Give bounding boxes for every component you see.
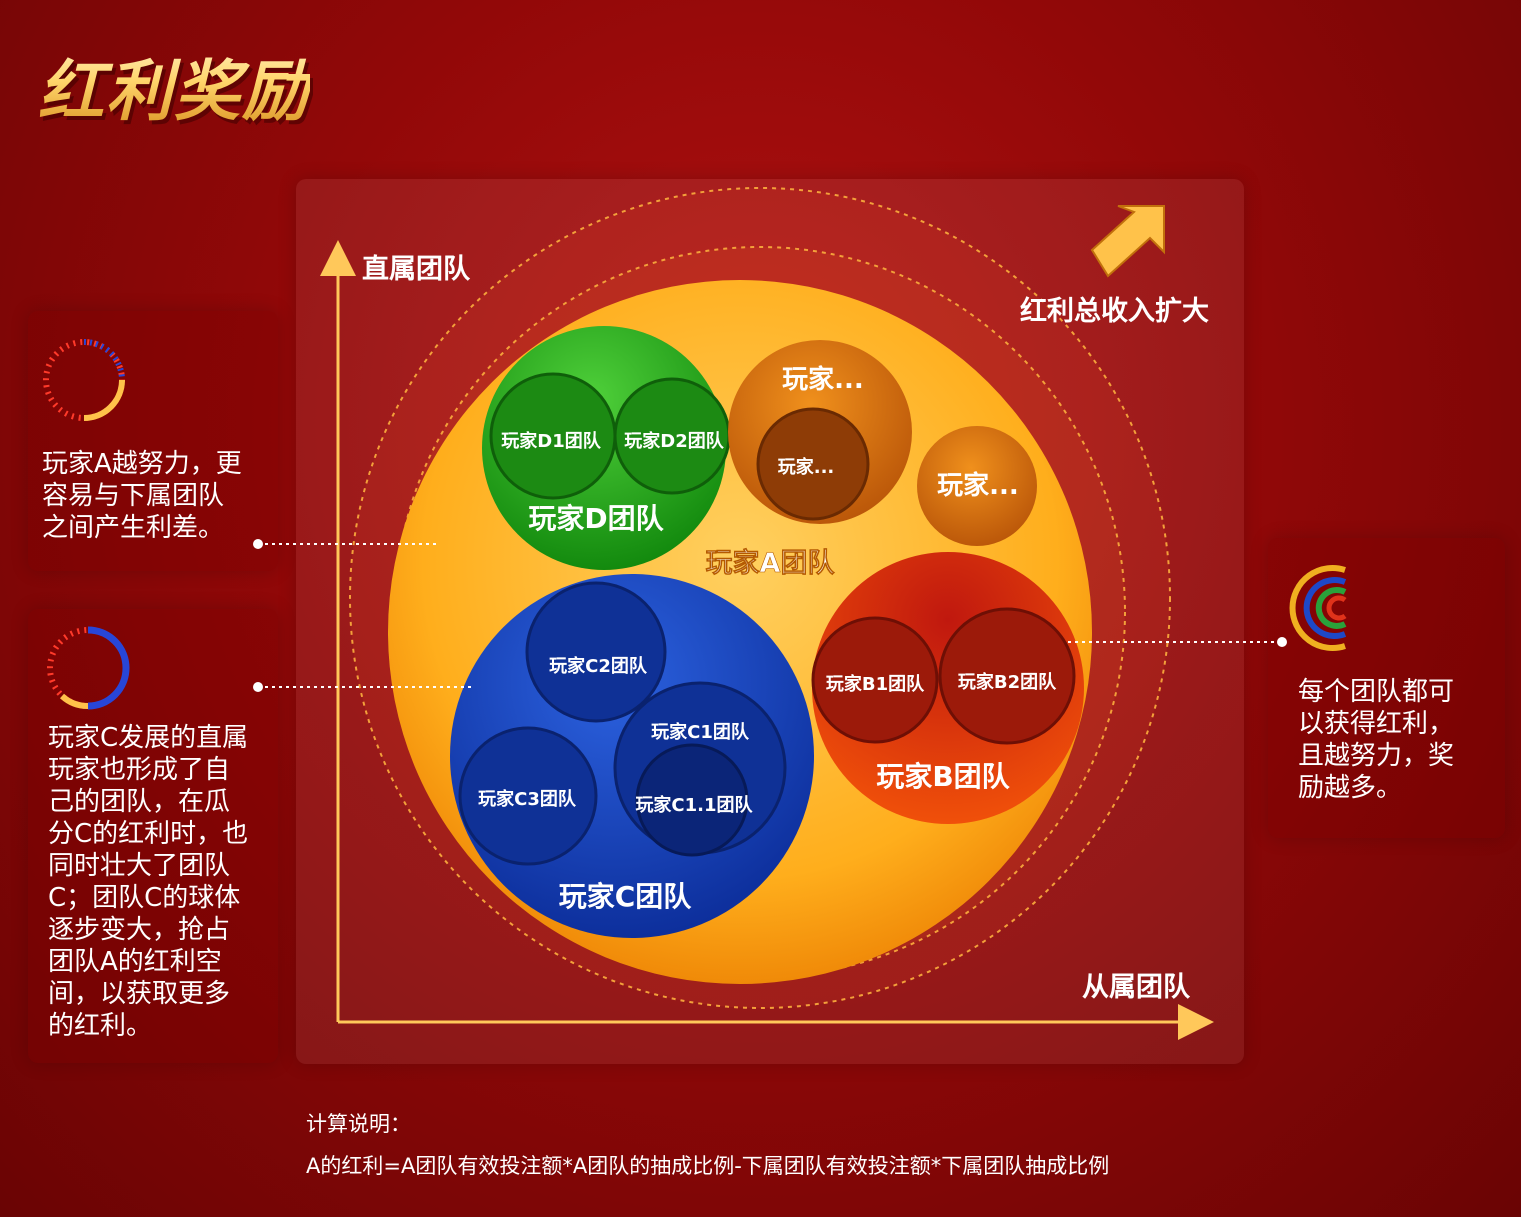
- team-c3-label: 玩家C3团队: [478, 788, 577, 810]
- connector-dot-c: [253, 682, 263, 692]
- team-b-label: 玩家B团队: [876, 760, 1010, 793]
- x-axis-label: 从属团队: [1082, 972, 1191, 1003]
- team-c1-1-label: 玩家C1.1团队: [635, 794, 753, 816]
- team-c-label: 玩家C团队: [559, 880, 693, 913]
- footer-title: 计算说明：: [306, 1112, 411, 1136]
- y-axis-label: 直属团队: [362, 254, 471, 285]
- orange-player-inner-label: 玩家...: [778, 456, 835, 478]
- growth-label: 红利总收入扩大: [1020, 295, 1209, 327]
- connector-dot-a: [253, 539, 263, 549]
- note-text-right: 每个团队都可 以获得红利， 且越努力，奖 励越多。: [1298, 677, 1455, 803]
- progress-arc-icon-a: [43, 339, 125, 421]
- team-b2-label: 玩家B2团队: [958, 671, 1057, 693]
- footer-formula: A的红利=A团队有效投注额*A团队的抽成比例-下属团队有效投注额*下属团队抽成比…: [306, 1154, 1110, 1178]
- team-b1-label: 玩家B1团队: [826, 673, 925, 695]
- note-text-c: 玩家C发展的直属 玩家也形成了自 己的团队，在瓜 分C的红利时，也 同时壮大了团…: [48, 723, 249, 1041]
- team-d2-label: 玩家D2团队: [624, 430, 724, 452]
- team-d1-label: 玩家D1团队: [501, 430, 601, 452]
- rainbow-arc-icon: [1289, 565, 1347, 651]
- progress-arc-icon-c: [47, 626, 130, 710]
- team-c2-bubble: [525, 581, 667, 723]
- team-d-label: 玩家D团队: [528, 502, 664, 535]
- orange-player-label-2: 玩家...: [937, 470, 1019, 501]
- note-text-a: 玩家A越努力，更 容易与下属团队 之间产生利差。: [42, 449, 242, 543]
- team-c1-label: 玩家C1团队: [651, 721, 750, 743]
- team-a-label: 玩家A团队: [706, 547, 836, 579]
- team-c2-label: 玩家C2团队: [549, 655, 648, 677]
- orange-player-label-1: 玩家...: [782, 364, 864, 395]
- connector-dot-right: [1277, 637, 1287, 647]
- growth-arrow-icon: [1090, 205, 1165, 278]
